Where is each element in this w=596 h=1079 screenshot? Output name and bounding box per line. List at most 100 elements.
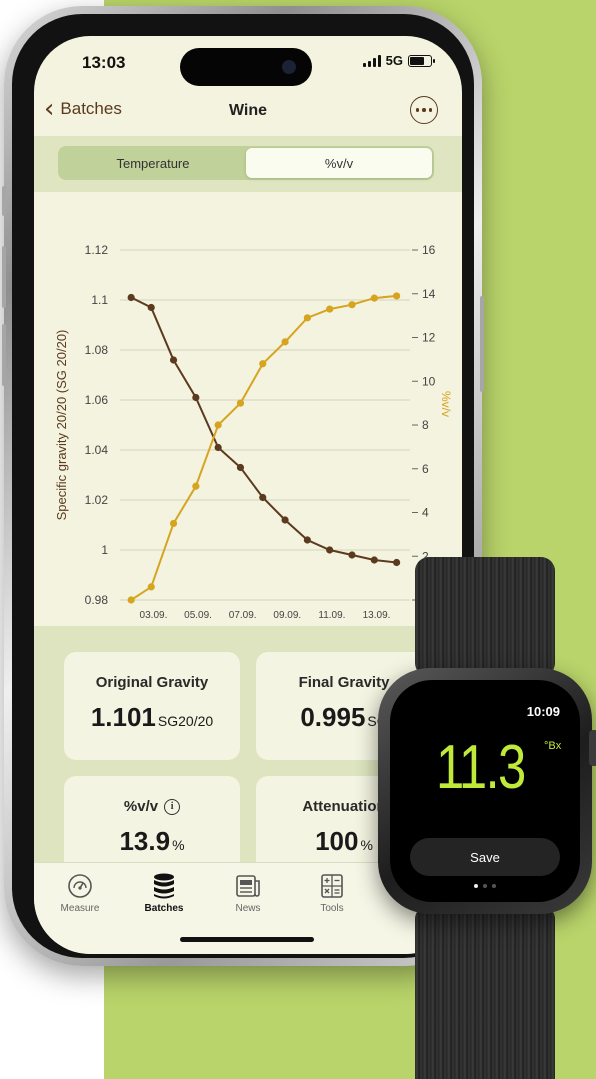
gauge-icon <box>68 874 92 898</box>
gravity-data-point <box>370 556 378 564</box>
original-gravity-value: 1.101 SG20/20 <box>90 702 214 732</box>
y2-tick-label: 16 <box>422 243 436 257</box>
segment-abv[interactable]: %v/v <box>246 148 432 178</box>
y2-tick-label: 14 <box>422 287 436 301</box>
gravity-data-point <box>259 493 267 502</box>
segment-bar: Temperature %v/v <box>34 136 462 192</box>
tab-tools-label: Tools <box>320 903 344 914</box>
battery-icon <box>408 54 435 67</box>
signal-icon <box>362 54 381 67</box>
abv-series-line <box>130 294 397 601</box>
digital-crown[interactable] <box>589 730 596 766</box>
tab-tools[interactable]: Tools <box>292 871 372 914</box>
watch-screen: 10:09 11.3 °Bx Save <box>390 680 580 902</box>
original-gravity-label: Original Gravity <box>95 674 209 691</box>
mute-switch <box>2 186 6 216</box>
watch-reading: 11.3 °Bx <box>436 732 561 803</box>
gravity-data-point <box>127 293 135 302</box>
abv-data-point <box>147 583 155 591</box>
status-time: 13:03 <box>82 53 126 72</box>
y-tick-label: 1.08 <box>85 343 109 357</box>
watch-frame: 10:09 11.3 °Bx Save <box>378 668 596 914</box>
abv-data-point <box>169 519 178 528</box>
watch-time: 10:09 <box>526 704 560 719</box>
x-tick-label: 11.09. <box>318 610 345 621</box>
y-tick-label: 1.12 <box>85 243 109 257</box>
tab-batches-label: Batches <box>144 903 184 914</box>
abv-data-point <box>303 314 311 322</box>
y-tick-label: 1 <box>101 543 108 557</box>
x-tick-label: 09.09. <box>273 610 301 621</box>
newspaper-icon <box>236 875 260 897</box>
abv-card: %v/v i 13.9% <box>64 776 240 876</box>
y-tick-label: 1.04 <box>85 443 109 457</box>
tab-measure-label: Measure <box>60 903 100 914</box>
volume-up-button <box>2 246 6 308</box>
brix-unit: °Bx <box>544 740 562 752</box>
volume-down-button <box>2 324 6 386</box>
y2-tick-label: 8 <box>422 418 429 432</box>
segmented-control: Temperature %v/v <box>58 146 434 180</box>
tab-measure[interactable]: Measure <box>40 871 120 914</box>
gravity-data-point <box>326 546 334 554</box>
tab-news-label: News <box>235 903 261 914</box>
abv-data-point <box>370 294 378 302</box>
abv-label: %v/v i <box>64 798 240 815</box>
page-dot <box>474 884 478 888</box>
info-icon[interactable]: i <box>164 798 181 815</box>
x-tick-label: 05.09. <box>184 610 212 621</box>
x-tick-label: 03.09. <box>140 610 168 621</box>
gravity-data-point <box>393 558 401 567</box>
gravity-abv-chart: 0.9811.021.041.061.081.11.12024681012141… <box>54 243 453 621</box>
page-dot <box>483 884 487 888</box>
y2-tick-label: 12 <box>422 331 436 345</box>
y-tick-label: 0.98 <box>85 593 109 607</box>
gravity-data-point <box>348 551 356 559</box>
ellipsis-icon <box>415 108 420 112</box>
gravity-data-point <box>192 393 200 402</box>
page-title: Wine <box>228 102 268 119</box>
y2-tick-label: 4 <box>422 506 429 520</box>
tab-batches[interactable]: Batches <box>124 871 204 914</box>
camera-icon <box>282 60 296 74</box>
gravity-data-point <box>236 463 245 472</box>
page-dot <box>492 884 496 888</box>
y-tick-label: 1.06 <box>85 393 109 407</box>
abv-data-point <box>259 360 267 368</box>
y2-tick-label: 10 <box>422 374 436 388</box>
y-axis-label: Specific gravity 20/20 (SG 20/20) <box>54 330 69 521</box>
x-tick-label: 07.09. <box>229 610 257 621</box>
status-indicators: 5G <box>362 53 435 68</box>
calculator-icon <box>321 874 343 898</box>
home-indicator[interactable] <box>180 937 314 942</box>
abv-data-point <box>281 338 289 346</box>
dynamic-island <box>180 48 312 86</box>
watch-band-bottom <box>415 905 555 1079</box>
brix-value: 11.3 <box>436 733 526 802</box>
network-type: 5G <box>385 53 403 68</box>
segment-temperature[interactable]: Temperature <box>60 148 246 178</box>
abv-data-point <box>214 421 222 429</box>
database-icon <box>154 873 174 899</box>
abv-data-point <box>393 292 401 300</box>
abv-data-point <box>127 596 135 604</box>
original-gravity-card: Original Gravity 1.101 SG20/20 <box>64 652 240 760</box>
gravity-data-point <box>147 303 155 312</box>
x-tick-label: 13.09. <box>363 610 391 621</box>
more-options-button[interactable] <box>410 96 438 124</box>
tab-news[interactable]: News <box>208 871 288 914</box>
abv-data-point <box>236 399 245 407</box>
gravity-data-point <box>303 536 311 544</box>
abv-value: 13.9% <box>119 826 185 856</box>
y2-tick-label: 6 <box>422 462 429 476</box>
page-indicator <box>390 884 580 888</box>
abv-data-point <box>326 305 334 313</box>
y-tick-label: 1.02 <box>85 493 109 507</box>
y-tick-label: 1.1 <box>91 293 108 307</box>
abv-data-point <box>192 482 200 490</box>
abv-data-point <box>348 301 356 309</box>
watch-save-button[interactable]: Save <box>410 838 560 876</box>
power-button <box>480 296 484 392</box>
y2-axis-label: %v/v <box>439 391 453 417</box>
gravity-data-point <box>281 516 289 524</box>
